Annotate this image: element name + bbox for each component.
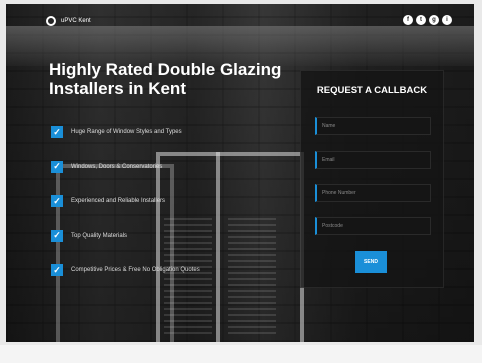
send-button[interactable]: SEND: [355, 251, 387, 273]
feature-item: ✓ Top Quality Materials: [51, 228, 200, 244]
feature-item: ✓ Competitive Prices & Free No Obligatio…: [51, 262, 200, 278]
checkmark-icon: ✓: [51, 126, 63, 138]
callback-form: REQUEST A CALLBACK SEND: [300, 70, 444, 288]
feature-label: Experienced and Reliable Installers: [71, 198, 166, 204]
feature-list: ✓ Huge Range of Window Styles and Types …: [51, 124, 200, 297]
checkmark-icon: ✓: [51, 195, 63, 207]
window-mullion: [216, 152, 220, 342]
instagram-icon[interactable]: i: [442, 15, 452, 25]
logo-mark-icon: [46, 16, 56, 26]
twitter-icon[interactable]: t: [416, 15, 426, 25]
feature-label: Windows, Doors & Conservatories: [71, 163, 163, 170]
form-title: REQUEST A CALLBACK: [316, 85, 428, 96]
site-logo[interactable]: uPVC Kent: [46, 16, 91, 26]
google-plus-icon[interactable]: g: [429, 15, 439, 25]
feature-label: Top Quality Materials: [71, 232, 128, 239]
page-bottom-strip: [0, 345, 482, 363]
feature-item: ✓ Experienced and Reliable Installers: [51, 193, 200, 209]
feature-item: ✓ Windows, Doors & Conservatories: [51, 159, 200, 175]
feature-label: Huge Range of Window Styles and Types: [71, 129, 182, 135]
shutter-right: [228, 214, 276, 334]
feature-label: Competitive Prices & Free No Obligation …: [71, 267, 200, 273]
checkmark-icon: ✓: [51, 264, 63, 276]
checkmark-icon: ✓: [51, 229, 63, 242]
hero-section: uPVC Kent f t g i Highly Rated Double Gl…: [6, 4, 474, 342]
checkmark-icon: ✓: [51, 160, 63, 173]
feature-item: ✓ Huge Range of Window Styles and Types: [51, 124, 200, 140]
postcode-field[interactable]: [315, 217, 431, 235]
facebook-icon[interactable]: f: [403, 15, 413, 25]
page-title: Highly Rated Double Glazing Installers i…: [49, 60, 282, 98]
name-field[interactable]: [315, 117, 431, 135]
phone-field[interactable]: [315, 184, 431, 202]
brand-name: uPVC Kent: [61, 18, 91, 24]
email-field[interactable]: [315, 151, 431, 169]
social-links: f t g i: [403, 15, 452, 25]
